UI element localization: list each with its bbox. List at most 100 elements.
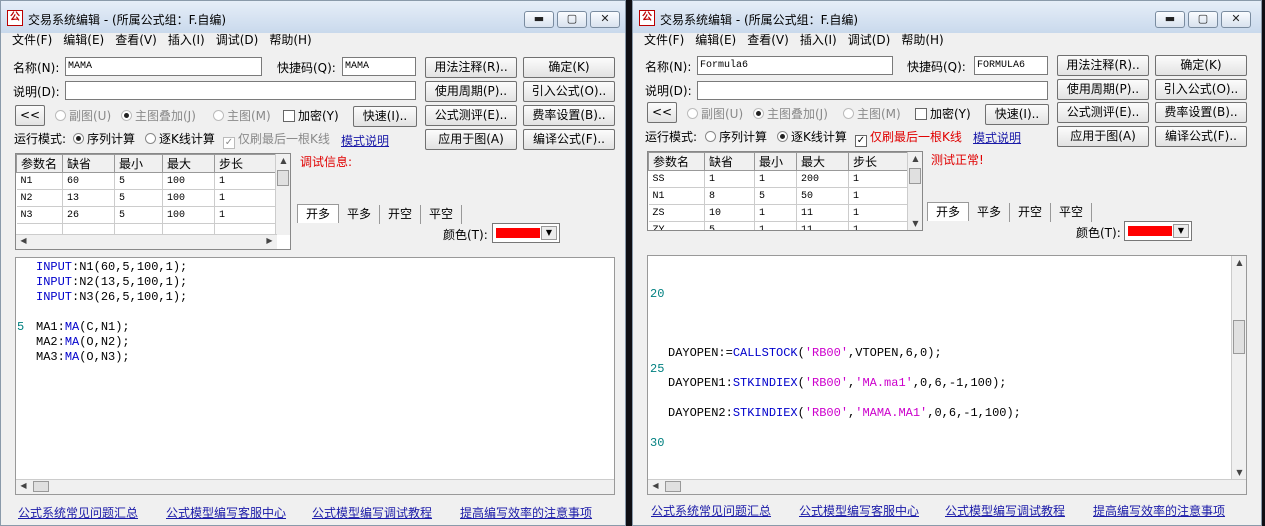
menu-file[interactable]: 文件(F): [12, 31, 52, 49]
menu-file[interactable]: 文件(F): [644, 31, 684, 49]
param-table[interactable]: 参数名 缺省 最小 最大 步长 N1 60 5 100 1 N2 13 5 100 1 N3 26…: [15, 153, 291, 250]
menu-help[interactable]: 帮助(H): [269, 31, 311, 49]
tab-open-long[interactable]: 开多: [927, 202, 970, 221]
import-formula-button[interactable]: 引入公式(O)..: [1155, 79, 1247, 100]
maximize-button[interactable]: ▢: [557, 11, 587, 28]
cell[interactable]: ZY: [648, 221, 705, 230]
cell[interactable]: 50: [796, 187, 849, 205]
table-row[interactable]: N2 13 5 100 1: [16, 189, 276, 207]
radio-subchart[interactable]: 副图(U): [55, 108, 111, 124]
tab-close-long[interactable]: 平多: [339, 205, 381, 224]
tab-close-short[interactable]: 平空: [1051, 203, 1093, 222]
shortcut-input[interactable]: MAMA: [342, 57, 416, 76]
link-faq[interactable]: 公式系统常见问题汇总: [651, 502, 771, 519]
formula-test-button[interactable]: 公式测评(E)..: [1057, 102, 1149, 123]
table-hscrollbar[interactable]: ◀ ▶: [16, 234, 277, 249]
tab-close-long[interactable]: 平多: [969, 203, 1011, 222]
color-picker[interactable]: ▼: [492, 223, 560, 243]
cell[interactable]: 1: [214, 172, 276, 190]
quick-button[interactable]: 快速(I)..: [353, 106, 417, 127]
apply-to-chart-button[interactable]: 应用于图(A): [1057, 126, 1149, 147]
collapse-button[interactable]: <<: [15, 105, 45, 126]
scroll-left-icon[interactable]: ◀: [16, 236, 31, 245]
scroll-right-icon[interactable]: ▶: [262, 236, 277, 245]
scroll-thumb[interactable]: [33, 481, 49, 492]
code-editor[interactable]: 20 DAYOPEN:=CALLSTOCK('RB00',VTOPEN,6,0)…: [647, 255, 1247, 495]
menu-debug[interactable]: 调试(D): [848, 31, 891, 49]
usage-notes-button[interactable]: 用法注释(R)..: [1057, 55, 1149, 76]
cell[interactable]: N1: [648, 187, 705, 205]
link-efficiency-tips[interactable]: 提高编写效率的注意事项: [460, 504, 592, 521]
menu-view[interactable]: 查看(V): [747, 31, 789, 49]
cell[interactable]: 60: [62, 172, 115, 190]
mode-help-link[interactable]: 模式说明: [973, 129, 1021, 146]
desc-input[interactable]: [697, 81, 1048, 100]
period-button[interactable]: 使用周期(P)..: [1057, 79, 1149, 100]
table-row[interactable]: N1 60 5 100 1: [16, 172, 276, 190]
radio-per-bar[interactable]: 逐K线计算: [777, 129, 847, 145]
radio-per-bar[interactable]: 逐K线计算: [145, 131, 215, 147]
cell[interactable]: 1: [848, 187, 908, 205]
chevron-down-icon[interactable]: ▼: [1173, 224, 1189, 238]
table-row[interactable]: N3 26 5 100 1: [16, 206, 276, 224]
cell[interactable]: 1: [214, 189, 276, 207]
link-faq[interactable]: 公式系统常见问题汇总: [18, 504, 138, 521]
menu-help[interactable]: 帮助(H): [901, 31, 943, 49]
cell[interactable]: 1: [704, 170, 755, 188]
chevron-down-icon[interactable]: ▼: [541, 226, 557, 240]
cell[interactable]: 5: [114, 172, 163, 190]
name-input[interactable]: MAMA: [65, 57, 262, 76]
link-efficiency-tips[interactable]: 提高编写效率的注意事项: [1093, 502, 1225, 519]
compile-formula-button[interactable]: 编译公式(F)..: [1155, 126, 1247, 147]
menu-edit[interactable]: 编辑(E): [695, 31, 736, 49]
table-row[interactable]: ZY 5 1 11 1: [648, 221, 908, 230]
minimize-button[interactable]: ▬: [1155, 11, 1185, 28]
scroll-left-icon[interactable]: ◀: [16, 481, 31, 490]
cell[interactable]: 1: [754, 221, 797, 230]
link-debug-tutorial[interactable]: 公式模型编写调试教程: [312, 504, 432, 521]
scroll-thumb[interactable]: [277, 170, 289, 186]
code-editor[interactable]: INPUT:N1(60,5,100,1); INPUT:N2(13,5,100,…: [15, 257, 615, 495]
color-picker[interactable]: ▼: [1124, 221, 1192, 241]
formula-test-button[interactable]: 公式测评(E)..: [425, 105, 517, 126]
radio-sequence[interactable]: 序列计算: [73, 131, 135, 147]
menu-view[interactable]: 查看(V): [115, 31, 157, 49]
cell[interactable]: 5: [114, 189, 163, 207]
scroll-thumb[interactable]: [1233, 320, 1245, 354]
link-service-center[interactable]: 公式模型编写客服中心: [799, 502, 919, 519]
link-debug-tutorial[interactable]: 公式模型编写调试教程: [945, 502, 1065, 519]
scroll-thumb[interactable]: [665, 481, 681, 492]
scroll-down-icon[interactable]: ▼: [1232, 468, 1246, 477]
menu-edit[interactable]: 编辑(E): [63, 31, 104, 49]
cell[interactable]: 1: [754, 170, 797, 188]
name-input[interactable]: Formula6: [697, 56, 893, 75]
shortcut-input[interactable]: FORMULA6: [974, 56, 1048, 75]
editor-hscrollbar[interactable]: ◀: [16, 479, 614, 494]
cell[interactable]: 100: [162, 189, 215, 207]
table-scrollbar[interactable]: ▲ ▼: [907, 152, 922, 230]
cell[interactable]: 11: [796, 204, 849, 222]
cell[interactable]: N3: [16, 206, 63, 224]
apply-to-chart-button[interactable]: 应用于图(A): [425, 129, 517, 150]
menu-insert[interactable]: 插入(I): [800, 31, 837, 49]
radio-main-overlay[interactable]: 主图叠加(J): [121, 108, 196, 124]
collapse-button[interactable]: <<: [647, 102, 677, 123]
cell[interactable]: 26: [62, 206, 115, 224]
minimize-button[interactable]: ▬: [524, 11, 554, 28]
cell[interactable]: 10: [704, 204, 755, 222]
table-row[interactable]: N1 8 5 50 1: [648, 187, 908, 205]
radio-main-overlay[interactable]: 主图叠加(J): [753, 106, 828, 122]
cell[interactable]: 200: [796, 170, 849, 188]
scroll-left-icon[interactable]: ◀: [648, 481, 663, 490]
cell[interactable]: 1: [754, 204, 797, 222]
title-bar[interactable]: 公 交易系统编辑 - (所属公式组：F.自编) ▬ ▢ ✕: [1, 1, 625, 33]
maximize-button[interactable]: ▢: [1188, 11, 1218, 28]
ok-button[interactable]: 确定(K): [523, 57, 615, 78]
cell[interactable]: 5: [754, 187, 797, 205]
only-last-checkbox[interactable]: ✓ 仅刷最后一根K线: [223, 131, 330, 149]
scroll-up-icon[interactable]: ▲: [908, 154, 922, 163]
fee-settings-button[interactable]: 费率设置(B)..: [1155, 102, 1247, 123]
ok-button[interactable]: 确定(K): [1155, 55, 1247, 76]
scroll-down-icon[interactable]: ▼: [908, 219, 922, 228]
table-row[interactable]: SS 1 1 200 1: [648, 170, 908, 188]
